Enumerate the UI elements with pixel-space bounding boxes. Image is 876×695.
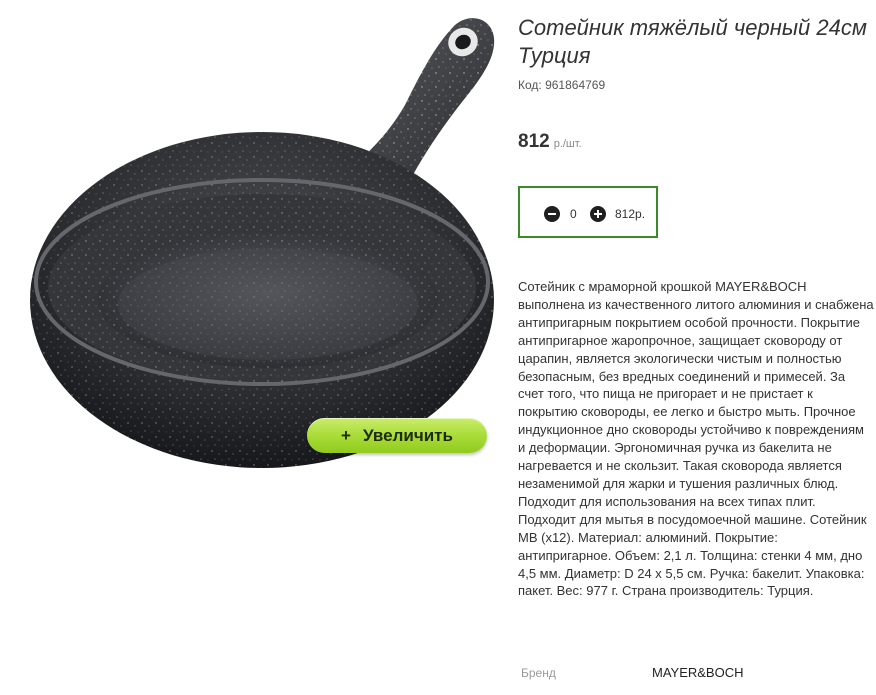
quantity-value: 0 (570, 207, 577, 221)
product-code: Код: 961864769 (518, 78, 606, 92)
brand-label: Бренд (521, 666, 556, 680)
price-unit: р./шт. (553, 138, 582, 150)
cart-total: 812р. (615, 207, 646, 221)
price-value: 812 (518, 131, 550, 152)
product-title: Сотейник тяжёлый черный 24см Турция (518, 15, 867, 68)
cart-quantity-box: 0 812р. (518, 186, 658, 238)
brand-value[interactable]: MAYER&BOCH (652, 665, 744, 680)
pan-image (30, 18, 495, 468)
plus-icon: + (341, 425, 351, 445)
plus-circle-icon[interactable] (590, 206, 606, 222)
product-description: Сотейник с мраморной крошкой MAYER&BOCH … (518, 279, 874, 599)
brand-row: Бренд MAYER&BOCH (521, 665, 871, 683)
product-image[interactable]: + Увеличить (0, 0, 505, 480)
zoom-button[interactable]: + Увеличить (307, 418, 487, 453)
minus-circle-icon[interactable] (544, 206, 560, 222)
zoom-button-label: Увеличить (362, 425, 453, 445)
price-block: 812 р./шт. (518, 131, 582, 153)
